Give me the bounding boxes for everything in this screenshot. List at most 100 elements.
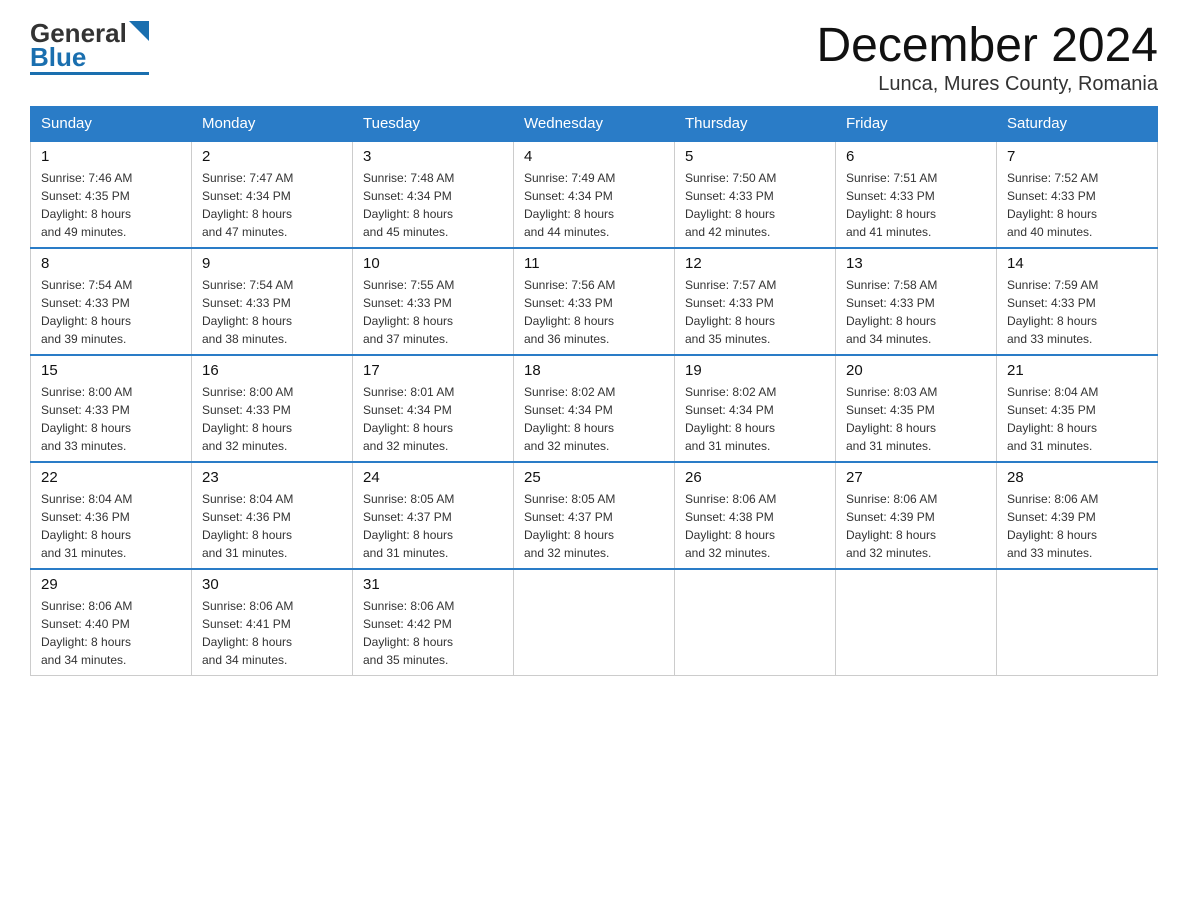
- day-number: 21: [1007, 362, 1147, 379]
- day-number: 11: [524, 255, 664, 272]
- day-info: Sunrise: 7:59 AM Sunset: 4:33 PM Dayligh…: [1007, 276, 1147, 348]
- calendar-week-row: 29Sunrise: 8:06 AM Sunset: 4:40 PM Dayli…: [31, 569, 1158, 676]
- table-row: 4 Sunrise: 7:49 AM Sunset: 4:34 PM Daylig…: [514, 141, 675, 248]
- day-number: 8: [41, 255, 181, 272]
- table-row: 20 Sunrise: 8:03 AM Sunset: 4:35 PM Dayli…: [836, 355, 997, 462]
- table-row: 11 Sunrise: 7:56 AM Sunset: 4:33 PM Dayli…: [514, 248, 675, 355]
- day-info: Sunrise: 8:01 AM Sunset: 4:34 PM Dayligh…: [363, 383, 503, 455]
- day-number: 20: [846, 362, 986, 379]
- day-number: 25: [524, 469, 664, 486]
- calendar-week-row: 1 Sunrise: 7:46 AM Sunset: 4:35 PM Daylig…: [31, 141, 1158, 248]
- day-number: 26: [685, 469, 825, 486]
- day-number: 28: [1007, 469, 1147, 486]
- header-friday: Friday: [836, 106, 997, 141]
- day-number: 14: [1007, 255, 1147, 272]
- day-number: 4: [524, 148, 664, 165]
- header-tuesday: Tuesday: [353, 106, 514, 141]
- logo: General Blue: [30, 20, 149, 75]
- table-row: 23Sunrise: 8:04 AM Sunset: 4:36 PM Dayli…: [192, 462, 353, 569]
- table-row: 31 Sunrise: 8:06 AM Sunset: 4:42 PM Dayli…: [353, 569, 514, 676]
- calendar-week-row: 8 Sunrise: 7:54 AM Sunset: 4:33 PM Daylig…: [31, 248, 1158, 355]
- table-row: 21 Sunrise: 8:04 AM Sunset: 4:35 PM Dayli…: [997, 355, 1158, 462]
- month-title: December 2024: [816, 20, 1158, 73]
- day-info: Sunrise: 7:54 AM Sunset: 4:33 PM Dayligh…: [202, 276, 342, 348]
- day-info: Sunrise: 8:04 AM Sunset: 4:35 PM Dayligh…: [1007, 383, 1147, 455]
- table-row: 27Sunrise: 8:06 AM Sunset: 4:39 PM Dayli…: [836, 462, 997, 569]
- header-wednesday: Wednesday: [514, 106, 675, 141]
- day-info: Sunrise: 8:02 AM Sunset: 4:34 PM Dayligh…: [524, 383, 664, 455]
- day-info: Sunrise: 7:57 AM Sunset: 4:33 PM Dayligh…: [685, 276, 825, 348]
- title-section: December 2024 Lunca, Mures County, Roman…: [816, 20, 1158, 96]
- table-row: 25 Sunrise: 8:05 AM Sunset: 4:37 PM Dayli…: [514, 462, 675, 569]
- day-number: 18: [524, 362, 664, 379]
- day-info: Sunrise: 7:49 AM Sunset: 4:34 PM Dayligh…: [524, 169, 664, 241]
- table-row: 1 Sunrise: 7:46 AM Sunset: 4:35 PM Daylig…: [31, 141, 192, 248]
- day-number: 31: [363, 576, 503, 593]
- day-number: 6: [846, 148, 986, 165]
- table-row: 3 Sunrise: 7:48 AM Sunset: 4:34 PM Daylig…: [353, 141, 514, 248]
- table-row: 26 Sunrise: 8:06 AM Sunset: 4:38 PM Dayli…: [675, 462, 836, 569]
- table-row: 30Sunrise: 8:06 AM Sunset: 4:41 PM Dayli…: [192, 569, 353, 676]
- logo-triangle-icon: [129, 21, 149, 41]
- day-info: Sunrise: 7:47 AM Sunset: 4:34 PM Dayligh…: [202, 169, 342, 241]
- table-row: 12 Sunrise: 7:57 AM Sunset: 4:33 PM Dayli…: [675, 248, 836, 355]
- day-info: Sunrise: 7:52 AM Sunset: 4:33 PM Dayligh…: [1007, 169, 1147, 241]
- table-row: 19Sunrise: 8:02 AM Sunset: 4:34 PM Dayli…: [675, 355, 836, 462]
- day-number: 16: [202, 362, 342, 379]
- table-row: [836, 569, 997, 676]
- table-row: 24 Sunrise: 8:05 AM Sunset: 4:37 PM Dayli…: [353, 462, 514, 569]
- header-saturday: Saturday: [997, 106, 1158, 141]
- day-info: Sunrise: 8:03 AM Sunset: 4:35 PM Dayligh…: [846, 383, 986, 455]
- day-info: Sunrise: 7:48 AM Sunset: 4:34 PM Dayligh…: [363, 169, 503, 241]
- table-row: [675, 569, 836, 676]
- table-row: 2 Sunrise: 7:47 AM Sunset: 4:34 PM Daylig…: [192, 141, 353, 248]
- calendar-header-row: Sunday Monday Tuesday Wednesday Thursday…: [31, 106, 1158, 141]
- day-number: 5: [685, 148, 825, 165]
- day-info: Sunrise: 8:06 AM Sunset: 4:42 PM Dayligh…: [363, 597, 503, 669]
- day-number: 2: [202, 148, 342, 165]
- day-info: Sunrise: 7:50 AM Sunset: 4:33 PM Dayligh…: [685, 169, 825, 241]
- table-row: 16 Sunrise: 8:00 AM Sunset: 4:33 PM Dayli…: [192, 355, 353, 462]
- day-number: 22: [41, 469, 181, 486]
- table-row: 28Sunrise: 8:06 AM Sunset: 4:39 PM Dayli…: [997, 462, 1158, 569]
- table-row: 22Sunrise: 8:04 AM Sunset: 4:36 PM Dayli…: [31, 462, 192, 569]
- header-monday: Monday: [192, 106, 353, 141]
- logo-blue-text: Blue: [30, 44, 86, 70]
- logo-underline: [30, 72, 149, 75]
- day-number: 3: [363, 148, 503, 165]
- day-number: 13: [846, 255, 986, 272]
- table-row: 6 Sunrise: 7:51 AM Sunset: 4:33 PM Daylig…: [836, 141, 997, 248]
- day-number: 30: [202, 576, 342, 593]
- table-row: 9 Sunrise: 7:54 AM Sunset: 4:33 PM Daylig…: [192, 248, 353, 355]
- table-row: 8 Sunrise: 7:54 AM Sunset: 4:33 PM Daylig…: [31, 248, 192, 355]
- day-info: Sunrise: 7:51 AM Sunset: 4:33 PM Dayligh…: [846, 169, 986, 241]
- day-info: Sunrise: 7:54 AM Sunset: 4:33 PM Dayligh…: [41, 276, 181, 348]
- table-row: 7 Sunrise: 7:52 AM Sunset: 4:33 PM Daylig…: [997, 141, 1158, 248]
- day-info: Sunrise: 8:04 AM Sunset: 4:36 PM Dayligh…: [202, 490, 342, 562]
- day-number: 9: [202, 255, 342, 272]
- day-info: Sunrise: 7:46 AM Sunset: 4:35 PM Dayligh…: [41, 169, 181, 241]
- day-info: Sunrise: 8:05 AM Sunset: 4:37 PM Dayligh…: [363, 490, 503, 562]
- header-thursday: Thursday: [675, 106, 836, 141]
- table-row: 15Sunrise: 8:00 AM Sunset: 4:33 PM Dayli…: [31, 355, 192, 462]
- location-subtitle: Lunca, Mures County, Romania: [816, 73, 1158, 96]
- table-row: [997, 569, 1158, 676]
- day-number: 1: [41, 148, 181, 165]
- day-info: Sunrise: 7:56 AM Sunset: 4:33 PM Dayligh…: [524, 276, 664, 348]
- day-number: 12: [685, 255, 825, 272]
- day-number: 29: [41, 576, 181, 593]
- day-info: Sunrise: 8:06 AM Sunset: 4:38 PM Dayligh…: [685, 490, 825, 562]
- table-row: 14 Sunrise: 7:59 AM Sunset: 4:33 PM Dayli…: [997, 248, 1158, 355]
- table-row: 18 Sunrise: 8:02 AM Sunset: 4:34 PM Dayli…: [514, 355, 675, 462]
- day-number: 24: [363, 469, 503, 486]
- table-row: 13Sunrise: 7:58 AM Sunset: 4:33 PM Dayli…: [836, 248, 997, 355]
- table-row: 5 Sunrise: 7:50 AM Sunset: 4:33 PM Daylig…: [675, 141, 836, 248]
- day-info: Sunrise: 8:06 AM Sunset: 4:39 PM Dayligh…: [846, 490, 986, 562]
- day-number: 17: [363, 362, 503, 379]
- day-number: 10: [363, 255, 503, 272]
- day-info: Sunrise: 8:05 AM Sunset: 4:37 PM Dayligh…: [524, 490, 664, 562]
- day-info: Sunrise: 8:00 AM Sunset: 4:33 PM Dayligh…: [202, 383, 342, 455]
- day-number: 7: [1007, 148, 1147, 165]
- page-header: General Blue December 2024 Lunca, Mures …: [30, 20, 1158, 96]
- day-info: Sunrise: 7:55 AM Sunset: 4:33 PM Dayligh…: [363, 276, 503, 348]
